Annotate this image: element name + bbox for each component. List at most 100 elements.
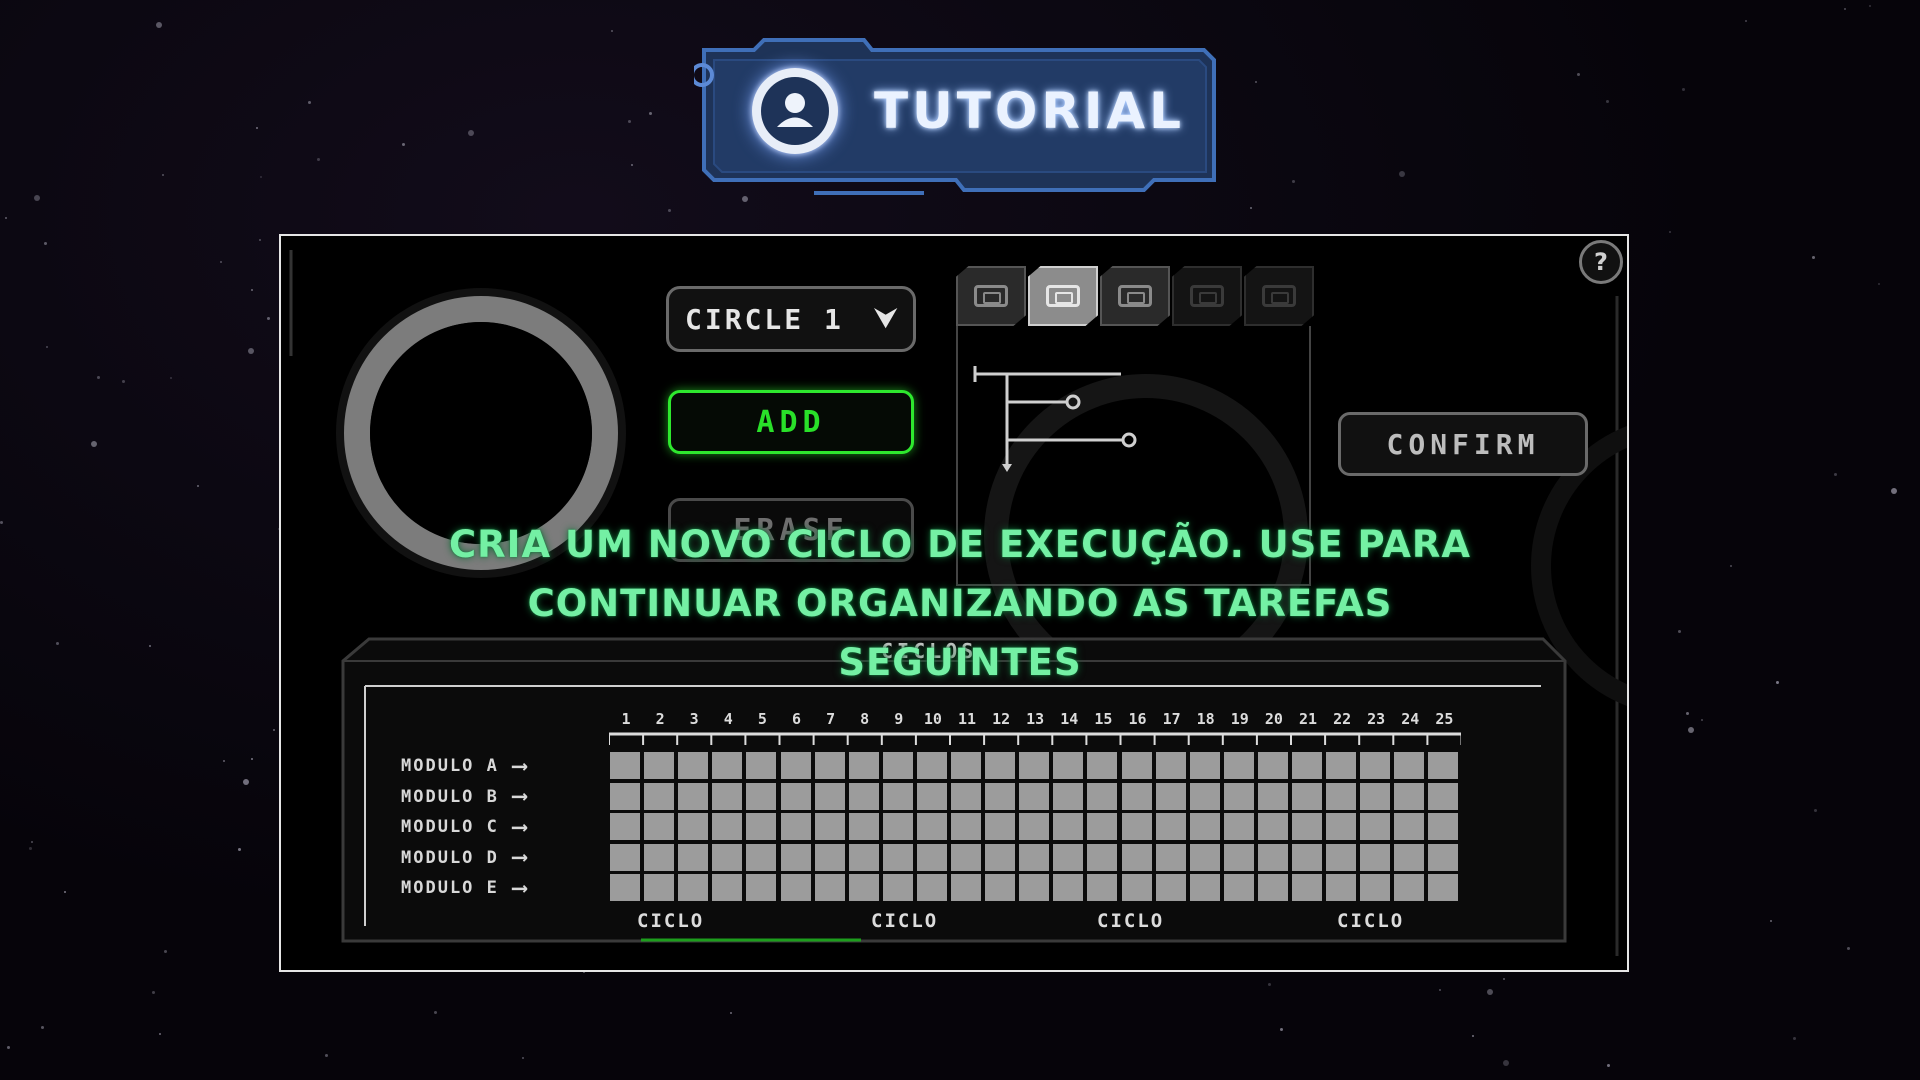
timeline-slot-cell[interactable] [1292, 782, 1322, 810]
timeline-slot-cell[interactable] [1053, 813, 1084, 840]
timeline-slot-cell[interactable] [644, 843, 675, 871]
module-tab-3[interactable] [1100, 266, 1170, 326]
timeline-slot-cell[interactable] [1189, 752, 1220, 779]
timeline-slot-cell[interactable] [712, 752, 743, 779]
timeline-slot-cell[interactable] [1360, 782, 1391, 810]
timeline-slot-cell[interactable] [1155, 782, 1186, 810]
timeline-slot-cell[interactable] [1326, 813, 1357, 840]
timeline-slot-cell[interactable] [1292, 752, 1322, 779]
timeline-slot-cell[interactable] [610, 752, 640, 779]
timeline-slot-cell[interactable] [1326, 752, 1357, 779]
timeline-slot-cell[interactable] [1155, 874, 1186, 901]
timeline-slot-cell[interactable] [644, 874, 675, 901]
timeline-slot-cell[interactable] [1087, 843, 1118, 871]
timeline-slot-cell[interactable] [814, 782, 845, 810]
timeline-slot-cell[interactable] [1155, 752, 1186, 779]
timeline-slot-cell[interactable] [1326, 782, 1357, 810]
timeline-slot-cell[interactable] [1292, 813, 1322, 840]
timeline-slot-cell[interactable] [712, 813, 743, 840]
timeline-slot-cell[interactable] [712, 874, 743, 901]
timeline-slot-cell[interactable] [1257, 874, 1288, 901]
timeline-slot-cell[interactable] [746, 874, 777, 901]
timeline-slot-cell[interactable] [1257, 752, 1288, 779]
timeline-slot-cell[interactable] [780, 782, 811, 810]
timeline-slot-cell[interactable] [746, 782, 777, 810]
timeline-slot-cell[interactable] [882, 843, 913, 871]
timeline-slot-cell[interactable] [814, 813, 845, 840]
timeline-slot-cell[interactable] [746, 813, 777, 840]
timeline-slot-cell[interactable] [882, 782, 913, 810]
timeline-slot-cell[interactable] [916, 782, 947, 810]
timeline-slot-cell[interactable] [814, 752, 845, 779]
timeline-slot-cell[interactable] [1189, 874, 1220, 901]
timeline-slot-cell[interactable] [610, 782, 640, 810]
timeline-slot-cell[interactable] [1394, 782, 1425, 810]
timeline-slot-cell[interactable] [678, 874, 709, 901]
timeline-slot-cell[interactable] [1360, 752, 1391, 779]
timeline-slot-cell[interactable] [1257, 843, 1288, 871]
timeline-slot-cell[interactable] [610, 843, 640, 871]
module-tab-1[interactable] [956, 266, 1026, 326]
help-button[interactable]: ? [1579, 240, 1623, 284]
timeline-slot-cell[interactable] [985, 843, 1016, 871]
timeline-slot-cell[interactable] [1257, 782, 1288, 810]
timeline-slot-cell[interactable] [1428, 752, 1459, 779]
timeline-slot-cell[interactable] [610, 813, 640, 840]
timeline-slot-cell[interactable] [780, 813, 811, 840]
timeline-slot-cell[interactable] [1223, 843, 1254, 871]
timeline-slot-cell[interactable] [916, 752, 947, 779]
timeline-slot-cell[interactable] [1053, 874, 1084, 901]
timeline-slot-cell[interactable] [985, 813, 1016, 840]
timeline-slot-cell[interactable] [1121, 843, 1152, 871]
timeline-slot-cell[interactable] [1189, 813, 1220, 840]
timeline-slot-cell[interactable] [1223, 874, 1254, 901]
timeline-slot-cell[interactable] [1326, 874, 1357, 901]
timeline-slot-cell[interactable] [882, 752, 913, 779]
timeline-slot-cell[interactable] [1019, 843, 1050, 871]
timeline-slot-cell[interactable] [814, 874, 845, 901]
timeline-slot-cell[interactable] [1428, 813, 1459, 840]
timeline-slot-cell[interactable] [882, 874, 913, 901]
timeline-slot-cell[interactable] [951, 874, 981, 901]
timeline-slot-cell[interactable] [1394, 874, 1425, 901]
timeline-slot-cell[interactable] [644, 813, 675, 840]
timeline-slot-cell[interactable] [1189, 782, 1220, 810]
timeline-slot-cell[interactable] [1053, 782, 1084, 810]
timeline-slot-cell[interactable] [1155, 813, 1186, 840]
timeline-slot-cell[interactable] [848, 782, 879, 810]
timeline-slot-cell[interactable] [1360, 843, 1391, 871]
timeline-slot-cell[interactable] [678, 752, 709, 779]
timeline-slot-cell[interactable] [916, 813, 947, 840]
timeline-slot-cell[interactable] [985, 782, 1016, 810]
timeline-slot-cell[interactable] [1121, 874, 1152, 901]
timeline-slot-cell[interactable] [1053, 752, 1084, 779]
timeline-slot-cell[interactable] [1087, 813, 1118, 840]
module-tab-4[interactable] [1172, 266, 1242, 326]
timeline-slot-cell[interactable] [1257, 813, 1288, 840]
timeline-slot-cell[interactable] [780, 874, 811, 901]
timeline-slot-cell[interactable] [1292, 843, 1322, 871]
timeline-slot-cell[interactable] [848, 843, 879, 871]
timeline-slot-cell[interactable] [1087, 874, 1118, 901]
timeline-slot-cell[interactable] [916, 874, 947, 901]
confirm-button[interactable]: CONFIRM [1338, 412, 1588, 476]
timeline-slot-cell[interactable] [951, 813, 981, 840]
timeline-slot-cell[interactable] [1394, 752, 1425, 779]
timeline-slot-cell[interactable] [848, 752, 879, 779]
module-tab-2[interactable] [1028, 266, 1098, 326]
timeline-slot-cell[interactable] [1019, 782, 1050, 810]
timeline-slot-cell[interactable] [882, 813, 913, 840]
timeline-slot-cell[interactable] [780, 843, 811, 871]
timeline-slot-cell[interactable] [1121, 813, 1152, 840]
timeline-slot-cell[interactable] [951, 782, 981, 810]
timeline-slot-cell[interactable] [678, 782, 709, 810]
timeline-slot-cell[interactable] [1053, 843, 1084, 871]
timeline-slot-cell[interactable] [1428, 782, 1459, 810]
timeline-slot-cell[interactable] [985, 874, 1016, 901]
timeline-slot-cell[interactable] [1394, 813, 1425, 840]
timeline-slot-cell[interactable] [1360, 813, 1391, 840]
timeline-slot-cell[interactable] [712, 782, 743, 810]
timeline-slot-cell[interactable] [1087, 752, 1118, 779]
timeline-slot-cell[interactable] [1155, 843, 1186, 871]
timeline-slot-cell[interactable] [678, 813, 709, 840]
